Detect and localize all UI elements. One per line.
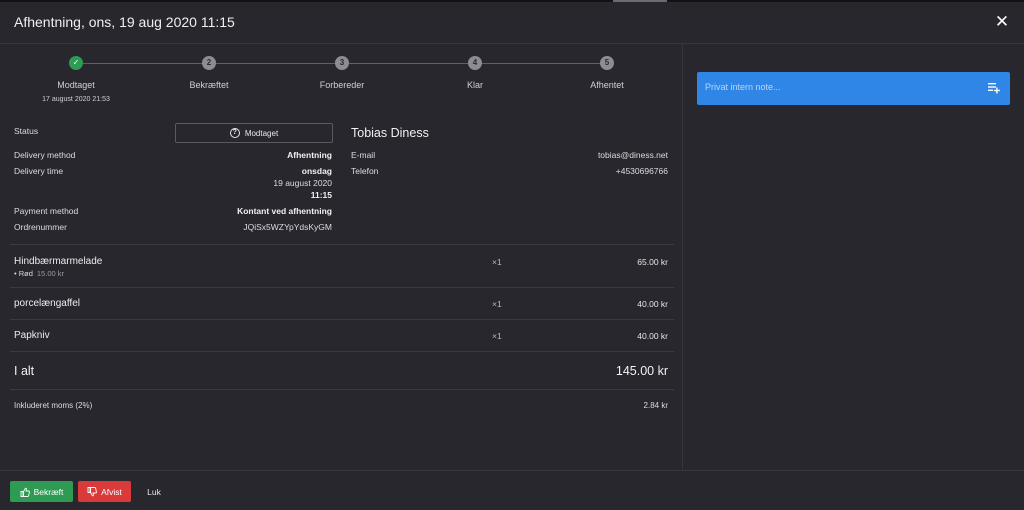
step-number: 5 bbox=[600, 56, 614, 70]
step-label: Bekræftet bbox=[189, 80, 229, 90]
line-item-name: Hindbærmarmelade bbox=[14, 256, 103, 267]
step-number: 2 bbox=[202, 56, 216, 70]
step-picked-up: 5 Afhentet bbox=[552, 56, 662, 90]
thumbs-up-icon bbox=[20, 487, 30, 497]
status-button[interactable]: ? Modtaget bbox=[175, 123, 333, 143]
divider bbox=[10, 244, 674, 245]
line-item-price: 65.00 kr bbox=[637, 257, 668, 267]
option-name: • Rød bbox=[14, 269, 33, 278]
email-label: E-mail bbox=[351, 150, 376, 160]
note-placeholder: Privat intern note... bbox=[705, 82, 781, 92]
reject-button[interactable]: Afvist bbox=[78, 481, 131, 502]
line-item-name: Papkniv bbox=[14, 330, 50, 341]
step-received: ✓ Modtaget 17 august 2020 21:53 bbox=[21, 56, 131, 103]
divider bbox=[10, 351, 674, 352]
step-ready: 4 Klar bbox=[420, 56, 530, 90]
help-icon: ? bbox=[229, 128, 240, 138]
line-item-qty: ×1 bbox=[492, 299, 502, 309]
delivery-method-value: Afhentning bbox=[287, 150, 332, 160]
line-item-option: • Rød 15.00 kr bbox=[14, 269, 64, 278]
step-number: 4 bbox=[468, 56, 482, 70]
reject-label: Afvist bbox=[101, 486, 122, 497]
delivery-time-clock: 11:15 bbox=[310, 190, 332, 200]
phone-value: +4530696766 bbox=[615, 166, 668, 176]
step-confirmed: 2 Bekræftet bbox=[154, 56, 264, 90]
order-details-panel: ✓ Modtaget 17 august 2020 21:53 2 Bekræf… bbox=[0, 44, 683, 470]
delivery-method-label: Delivery method bbox=[14, 150, 76, 160]
payment-method-value: Kontant ved afhentning bbox=[237, 206, 332, 216]
order-number-value: JQiSx5WZYpYdsKyGM bbox=[243, 222, 332, 232]
option-price: 15.00 kr bbox=[36, 269, 64, 278]
order-number-label: Ordrenummer bbox=[14, 222, 67, 232]
total-label: I alt bbox=[14, 364, 35, 378]
modal-footer: Bekræft Afvist Luk bbox=[0, 470, 1024, 510]
customer-name: Tobias Diness bbox=[351, 126, 429, 140]
line-item-qty: ×1 bbox=[492, 331, 502, 341]
step-label: Forbereder bbox=[319, 80, 365, 90]
phone-label: Telefon bbox=[351, 166, 379, 176]
email-value: tobias@diness.net bbox=[597, 150, 668, 160]
modal-title: Afhentning, ons, 19 aug 2020 11:15 bbox=[14, 14, 235, 30]
step-label: Klar bbox=[466, 80, 483, 90]
close-icon[interactable]: ✕ bbox=[994, 12, 1010, 32]
confirm-label: Bekræft bbox=[33, 486, 64, 497]
status-value: Modtaget bbox=[244, 128, 279, 138]
line-item-price: 40.00 kr bbox=[637, 331, 668, 341]
modal-header: Afhentning, ons, 19 aug 2020 11:15 ✕ bbox=[0, 2, 1024, 44]
step-label: Modtaget bbox=[57, 80, 95, 90]
delivery-time-day: onsdag bbox=[301, 166, 332, 176]
step-number: 3 bbox=[335, 56, 349, 70]
vat-label: Inkluderet moms (2%) bbox=[14, 401, 93, 410]
check-icon: ✓ bbox=[69, 56, 83, 70]
divider bbox=[10, 319, 674, 320]
vat-value: 2.84 kr bbox=[643, 401, 668, 410]
confirm-button[interactable]: Bekræft bbox=[10, 481, 73, 502]
order-modal: Afhentning, ons, 19 aug 2020 11:15 ✕ ✓ M… bbox=[0, 2, 1024, 510]
step-preparing: 3 Forbereder bbox=[287, 56, 397, 90]
delivery-time-date: 19 august 2020 bbox=[273, 178, 332, 188]
line-item-qty: ×1 bbox=[492, 257, 502, 267]
playlist-add-icon[interactable] bbox=[987, 81, 1001, 95]
step-timestamp: 17 august 2020 21:53 bbox=[42, 96, 110, 103]
status-label: Status bbox=[14, 126, 39, 136]
divider bbox=[10, 389, 674, 390]
payment-method-label: Payment method bbox=[14, 206, 79, 216]
thumbs-down-icon bbox=[87, 486, 98, 496]
line-item-price: 40.00 kr bbox=[637, 299, 668, 309]
divider bbox=[10, 287, 674, 288]
step-label: Afhentet bbox=[590, 80, 624, 90]
notes-panel: Privat intern note... bbox=[684, 44, 1024, 470]
total-value: 145.00 kr bbox=[615, 364, 668, 378]
delivery-time-label: Delivery time bbox=[14, 166, 64, 176]
private-note-input[interactable]: Privat intern note... bbox=[697, 72, 1010, 105]
close-button[interactable]: Luk bbox=[140, 481, 168, 502]
line-item-name: porcelængaffel bbox=[14, 298, 80, 309]
